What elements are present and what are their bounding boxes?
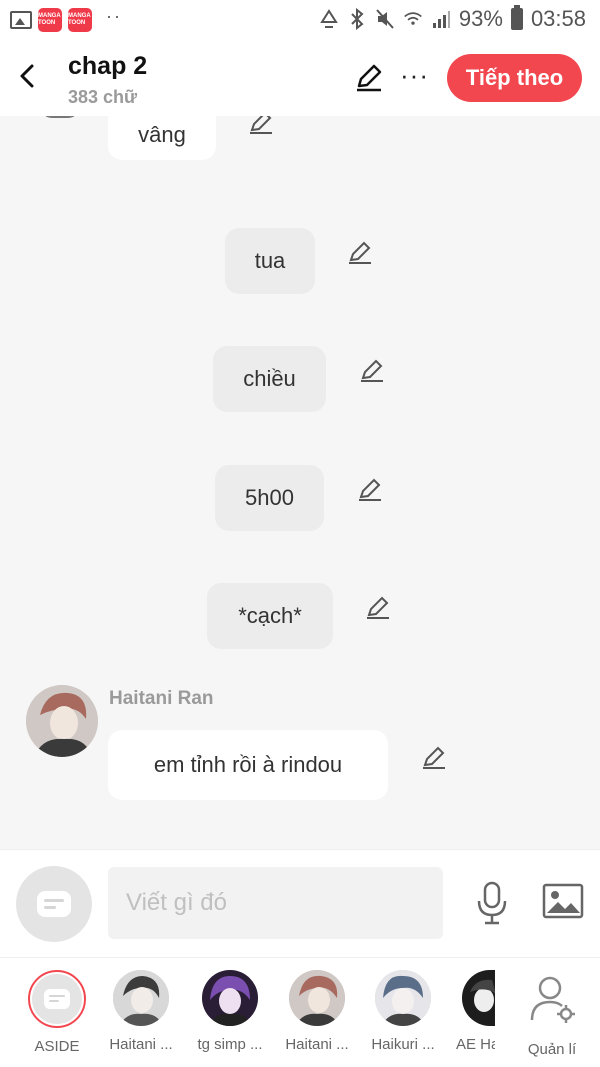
character-avatar[interactable]: [289, 970, 345, 1026]
status-bar: MANGA TOON MANGA TOON ·· 93% 03:58: [0, 0, 600, 40]
character-item[interactable]: tg simp ...: [190, 970, 270, 1053]
manage-characters-button[interactable]: Quản lí: [512, 970, 592, 1058]
character-name: tg simp ...: [197, 1036, 263, 1053]
clock: 03:58: [530, 6, 586, 31]
narration-bubble[interactable]: chiều: [213, 346, 326, 412]
character-bar: ASIDE Haitani ... tg simp ... Haitani ..…: [0, 957, 600, 1067]
character-avatar[interactable]: [202, 970, 258, 1026]
edit-pencil-icon[interactable]: [353, 62, 385, 94]
message-bubble[interactable]: vâng: [108, 116, 216, 160]
back-arrow-icon[interactable]: [14, 60, 42, 92]
message-icon: [44, 989, 70, 1009]
edit-message-icon[interactable]: [246, 116, 276, 138]
narration-bubble[interactable]: tua: [225, 228, 315, 294]
message-icon: [37, 891, 71, 917]
mute-icon: [376, 9, 394, 29]
character-name: Haikuri ...: [371, 1036, 435, 1053]
edit-message-icon[interactable]: [345, 238, 375, 268]
narration-bubble[interactable]: *cạch*: [207, 583, 333, 649]
battery-icon: [510, 5, 523, 30]
character-avatar[interactable]: [462, 970, 495, 1026]
manage-label: Quản lí: [527, 1041, 577, 1058]
more-options-icon[interactable]: ···: [400, 62, 429, 88]
chapter-title: chap 2: [68, 52, 148, 80]
character-avatar[interactable]: [113, 970, 169, 1026]
user-settings-icon: [530, 976, 575, 1023]
message-input[interactable]: [108, 867, 443, 939]
mangatoon-notification-icon-2: MANGA TOON: [68, 8, 92, 32]
wifi-icon: [404, 12, 422, 25]
word-count: 383 chữ: [68, 87, 138, 107]
signal-icon: [432, 11, 450, 28]
mangatoon-notification-icon: MANGA TOON: [38, 8, 62, 32]
battery-percent: 93%: [458, 6, 503, 31]
gallery-notification-icon: [10, 11, 32, 29]
narration-bubble[interactable]: 5h00: [215, 465, 324, 531]
character-name: Haitani ...: [109, 1036, 173, 1053]
input-bar: [0, 849, 600, 957]
header: chap 2 383 chữ ··· Tiếp theo: [0, 40, 600, 116]
character-item[interactable]: AE Ha: [450, 970, 495, 1053]
character-item-aside[interactable]: ASIDE: [17, 970, 97, 1055]
bluetooth-icon: [351, 8, 364, 30]
character-name: AE Ha: [456, 1036, 495, 1053]
avatar-haitani-ran[interactable]: [26, 685, 98, 757]
character-name: ASIDE: [34, 1038, 80, 1055]
sync-icon: [320, 9, 338, 28]
image-upload-icon[interactable]: [542, 882, 584, 920]
edit-message-icon[interactable]: [355, 475, 385, 505]
next-chapter-button[interactable]: Tiếp theo: [447, 54, 582, 102]
speaker-name: Haitani Ran: [109, 688, 214, 709]
edit-message-icon[interactable]: [357, 356, 387, 386]
character-item[interactable]: Haitani ...: [277, 970, 357, 1053]
microphone-icon[interactable]: [474, 880, 510, 926]
character-item[interactable]: Haikuri ...: [363, 970, 443, 1053]
character-avatar[interactable]: [375, 970, 431, 1026]
edit-message-icon[interactable]: [419, 743, 449, 773]
avatar[interactable]: [40, 116, 80, 118]
aside-toggle-button[interactable]: [16, 866, 92, 942]
chat-area[interactable]: vâng tua chiều 5h00 *cạch* Haitani Ran e…: [0, 116, 600, 849]
character-name: Haitani ...: [285, 1036, 349, 1053]
edit-message-icon[interactable]: [363, 593, 393, 623]
character-item[interactable]: Haitani ...: [101, 970, 181, 1053]
aside-avatar[interactable]: [28, 970, 86, 1028]
message-bubble[interactable]: em tỉnh rồi à rindou: [108, 730, 388, 800]
more-notifications-icon: ··: [106, 5, 122, 26]
